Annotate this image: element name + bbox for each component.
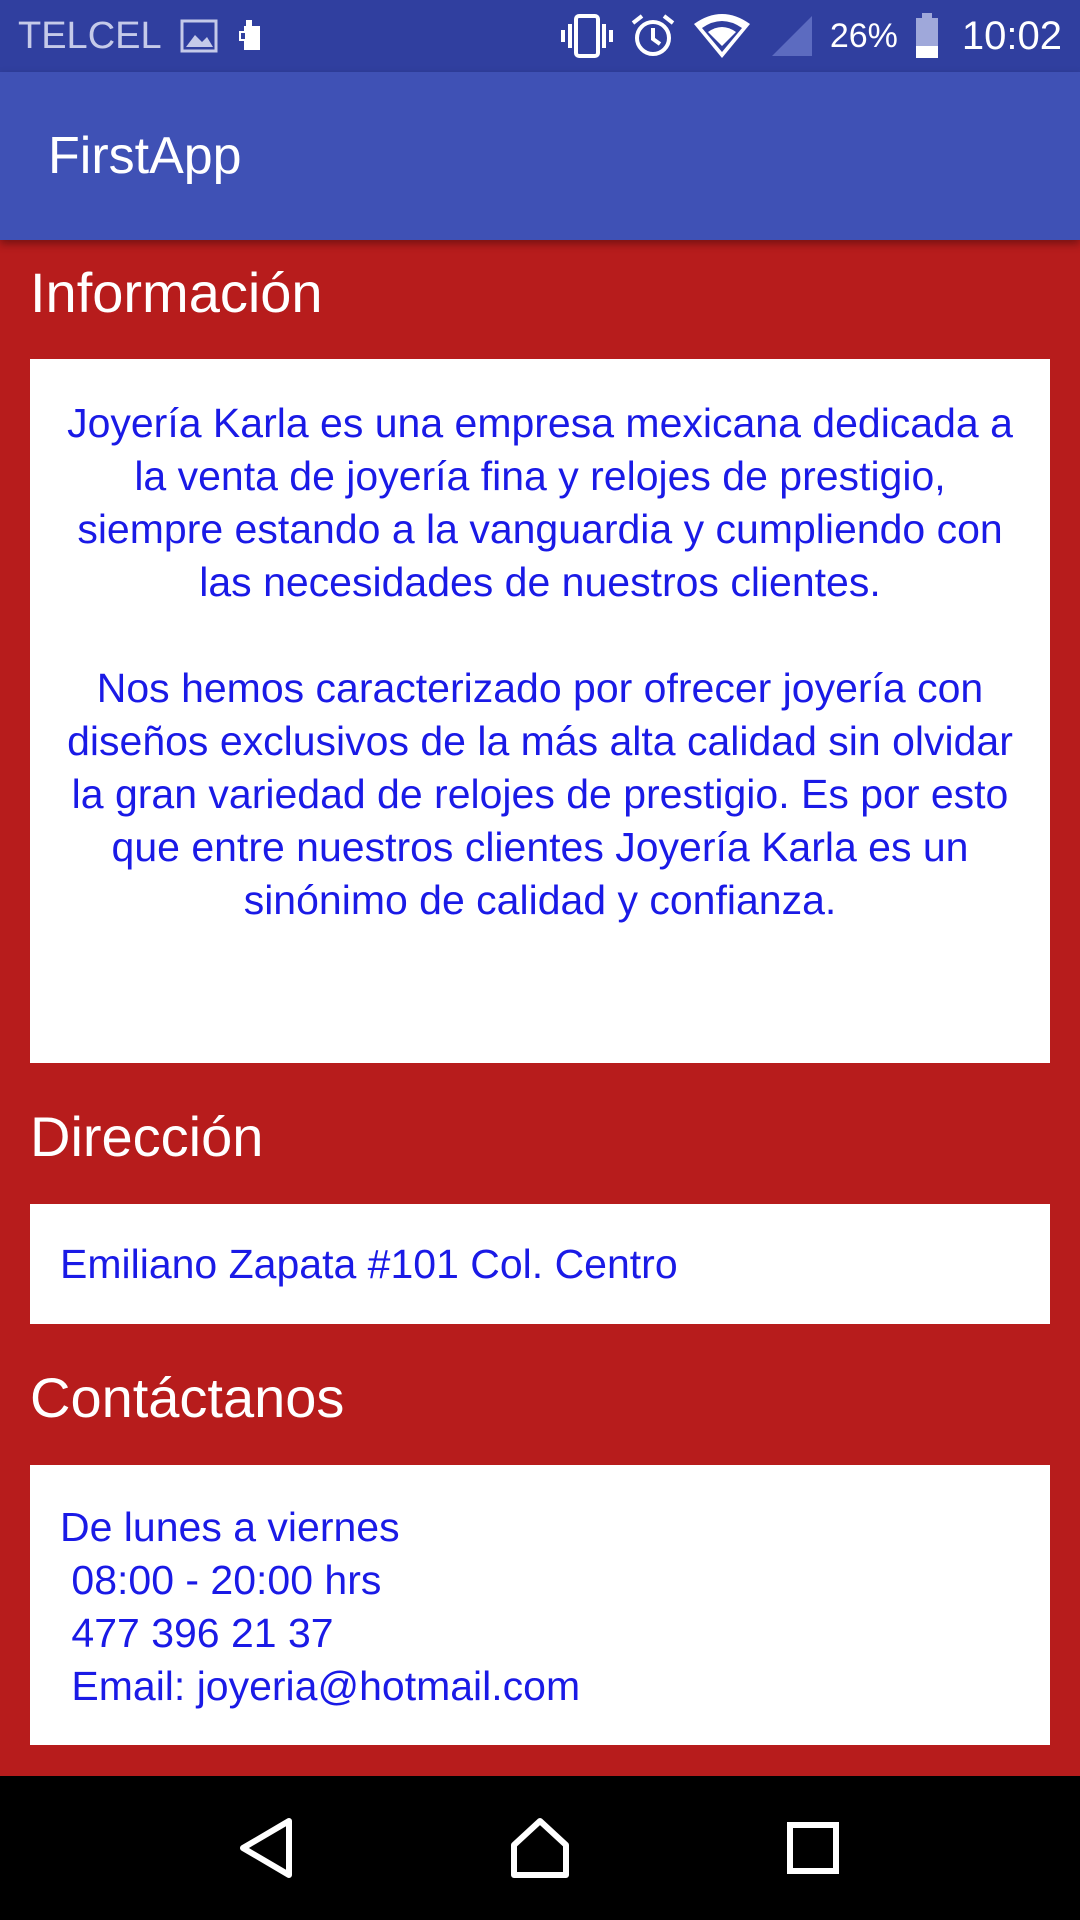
app-title: FirstApp — [48, 127, 242, 185]
info-paragraph: Joyería Karla es una empresa mexicana de… — [67, 400, 1013, 605]
battery-percent: 26% — [829, 16, 898, 55]
back-button[interactable] — [222, 1803, 312, 1893]
clock: 10:02 — [961, 13, 1062, 58]
content-area: Información Joyería Karla es una empresa… — [0, 240, 1080, 1776]
contact-hours-days: De lunes a viernes — [60, 1504, 400, 1550]
image-icon — [180, 19, 218, 53]
back-icon — [239, 1818, 292, 1878]
contact-email: Email: joyeria@hotmail.com — [60, 1663, 581, 1709]
home-button[interactable] — [495, 1803, 585, 1893]
address-text: Emiliano Zapata #101 Col. Centro — [60, 1241, 678, 1287]
navigation-bar — [0, 1776, 1080, 1920]
status-bar: TELCEL 26% 10:02 — [0, 0, 1080, 72]
app-bar: FirstApp — [0, 72, 1080, 240]
section-title-contactanos: Contáctanos — [30, 1366, 345, 1429]
signal-icon — [768, 14, 814, 58]
recents-button[interactable] — [768, 1803, 858, 1893]
section-title-informacion: Información — [30, 261, 323, 324]
contact-card: De lunes a viernes 08:00 - 20:00 hrs 477… — [30, 1465, 1050, 1745]
wifi-icon — [692, 12, 752, 60]
recents-icon — [787, 1822, 840, 1874]
vibrate-icon — [560, 14, 614, 58]
carrier-label: TELCEL — [18, 14, 162, 57]
section-title-direccion: Dirección — [30, 1105, 264, 1168]
sim-icon — [236, 18, 266, 54]
info-card: Joyería Karla es una empresa mexicana de… — [30, 359, 1050, 1063]
info-paragraph: Nos hemos caracterizado por ofrecer joye… — [67, 665, 1013, 923]
contact-phone: 477 396 21 37 — [60, 1610, 334, 1656]
battery-icon — [914, 13, 940, 59]
home-icon — [510, 1818, 569, 1878]
alarm-icon — [630, 13, 676, 59]
contact-hours-time: 08:00 - 20:00 hrs — [60, 1557, 382, 1603]
address-card: Emiliano Zapata #101 Col. Centro — [30, 1204, 1050, 1324]
